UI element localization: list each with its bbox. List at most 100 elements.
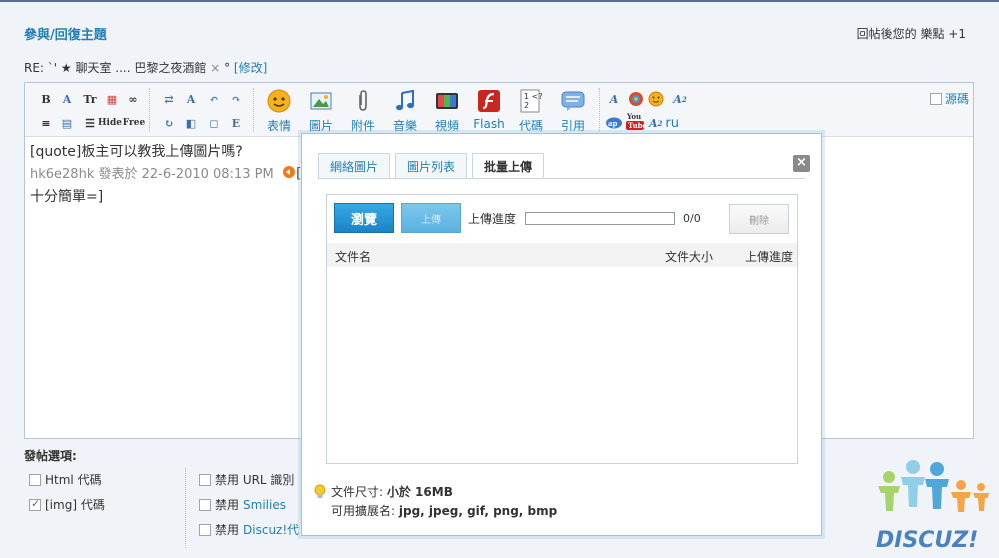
progress-label: 上傳進度 <box>468 212 517 226</box>
toolbar-divider <box>253 88 254 132</box>
upload-button[interactable]: 上傳 <box>401 203 461 233</box>
remove-tag-icon[interactable]: × <box>210 61 220 75</box>
source-checkbox[interactable] <box>929 92 942 105</box>
html-option-label: Html 代碼 <box>45 473 102 487</box>
color-grid-icon[interactable]: ▦ <box>103 90 121 108</box>
hide-icon[interactable]: Hide <box>98 114 122 132</box>
discuz-option[interactable]: 禁用 Discuz!代 <box>199 521 299 538</box>
image-upload-dialog: 網絡圖片 圖片列表 批量上傳 × 瀏覽 上傳 上傳進度 0/0 刪除 文件名 文… <box>301 133 822 536</box>
code-label: 代碼 <box>518 119 543 133</box>
options-divider <box>185 468 186 548</box>
smilies-link[interactable]: Smilies <box>243 498 286 512</box>
source-toggle[interactable]: 源碼 <box>929 90 969 107</box>
dialog-tabs: 網絡圖片 圖片列表 批量上傳 <box>318 153 545 179</box>
subject-text: RE: `' ★ 聊天室 .... 巴黎之夜酒館 <box>24 61 207 75</box>
discuz-link[interactable]: Discuz!代 <box>243 521 299 538</box>
size-hint-label: 文件尺寸: <box>331 485 384 499</box>
quote-button[interactable]: 引用 <box>553 89 593 133</box>
discuz-logo: DISCUZ! <box>873 457 993 555</box>
subscript-icon[interactable]: A2 <box>671 90 689 108</box>
attachment-label: 附件 <box>350 119 375 133</box>
quote-link-icon[interactable] <box>282 164 296 178</box>
document-icon[interactable]: E <box>227 114 245 132</box>
ext-hint-label: 可用擴展名: <box>331 504 396 518</box>
smiley-icon[interactable] <box>647 90 665 108</box>
page-icon[interactable]: ◻ <box>205 114 223 132</box>
tab-image-list[interactable]: 圖片列表 <box>395 153 468 178</box>
bold-icon[interactable]: B <box>37 90 55 108</box>
lightbulb-icon <box>313 484 327 506</box>
code-button[interactable]: 1 <? 2 代碼 <box>511 89 551 133</box>
font-color-icon[interactable]: A <box>58 90 76 108</box>
video-label: 視頻 <box>434 119 459 133</box>
close-icon[interactable]: × <box>793 155 810 172</box>
progress-count: 0/0 <box>683 212 701 225</box>
img-option[interactable]: [img] 代碼 <box>29 496 105 513</box>
editor-content[interactable]: [quote]板主可以教我上傳圖片嗎? hk6e28hk 發表於 22-6-20… <box>30 141 302 208</box>
font-face-icon[interactable]: A <box>605 90 623 108</box>
tab-batch-upload[interactable]: 批量上傳 <box>472 153 545 179</box>
unlink-icon[interactable]: ⇄ <box>160 90 178 108</box>
content-line-meta: hk6e28hk 發表於 22-6-2010 08:13 PM <box>30 167 274 182</box>
edit-subject-link[interactable]: [修改] <box>234 61 267 75</box>
list-icon[interactable]: ☰ <box>81 114 99 132</box>
toolbar-divider <box>599 88 600 132</box>
link-icon[interactable]: ∞ <box>124 90 142 108</box>
url-option[interactable]: 禁用 URL 識別 <box>199 471 294 488</box>
column-file-name: 文件名 <box>335 250 372 264</box>
quote-label: 引用 <box>560 119 585 133</box>
delete-button[interactable]: 刪除 <box>729 204 789 234</box>
svg-text:1 <?: 1 <? <box>524 92 543 101</box>
browse-button[interactable]: 瀏覽 <box>334 203 394 233</box>
emoticon-icon <box>267 89 291 113</box>
youtube-icon[interactable]: YouTube <box>626 112 644 130</box>
discuz-checkbox[interactable] <box>199 523 211 536</box>
editor-toolbar: B A Tr ▦ ∞ ⇄ A ↶ ↷ ≡ ▤ ☰ Hide Free ↻ ◧ ◻… <box>25 83 973 137</box>
font-size-icon[interactable]: Tr <box>79 90 101 108</box>
ruby-icon[interactable]: A 2 ru <box>649 114 689 132</box>
subject-suffix: ° <box>224 61 231 75</box>
quote-icon <box>561 89 585 113</box>
image-button[interactable]: 圖片 <box>301 89 341 133</box>
size-hint-value: 小於 16MB <box>386 485 453 499</box>
content-line-quote: [quote]板主可以教我上傳圖片嗎? <box>30 144 243 160</box>
video-button[interactable]: 視頻 <box>427 89 467 133</box>
emoticon-button[interactable]: 表情 <box>259 89 299 133</box>
smilies-checkbox[interactable] <box>199 498 211 511</box>
flash-label: Flash <box>473 117 505 131</box>
attachment-button[interactable]: 附件 <box>343 89 383 133</box>
file-list-header: 文件名 文件大小 上傳進度 <box>327 243 797 267</box>
img-checkbox[interactable] <box>29 497 41 511</box>
reward-note: 回帖後您的 樂點 +1 <box>856 27 966 41</box>
source-label: 源碼 <box>944 92 969 106</box>
emoticon-label: 表情 <box>266 119 291 133</box>
subject-line: RE: `' ★ 聊天室 .... 巴黎之夜酒館 × ° [修改] <box>24 59 267 76</box>
media-icon[interactable]: ◧ <box>182 114 200 132</box>
upload-hint: 文件尺寸: 小於 16MB 可用擴展名: jpg, jpeg, gif, png… <box>313 483 557 521</box>
image-icon <box>309 89 333 113</box>
flash-button[interactable]: Flash <box>469 89 509 133</box>
smilies-prefix: 禁用 <box>215 498 240 512</box>
table-icon[interactable]: ▤ <box>58 114 76 132</box>
image-label: 圖片 <box>308 119 333 133</box>
toolbar-divider <box>149 88 150 132</box>
undo-icon[interactable]: ↶ <box>205 90 223 108</box>
rotate-icon[interactable]: ↻ <box>160 114 178 132</box>
column-file-size: 文件大小 <box>665 250 714 264</box>
comment-icon[interactable]: ap <box>605 114 623 132</box>
content-line-text: 十分簡單=] <box>30 189 104 205</box>
ruby-label: ru <box>665 115 680 131</box>
tab-web-image[interactable]: 網絡圖片 <box>318 153 391 178</box>
media-player-icon[interactable] <box>627 90 645 108</box>
redo-icon[interactable]: ↷ <box>227 90 245 108</box>
remove-format-icon[interactable]: A <box>182 90 200 108</box>
options-title: 發帖選項: <box>24 449 77 463</box>
html-checkbox[interactable] <box>29 473 41 486</box>
music-button[interactable]: 音樂 <box>385 89 425 133</box>
svg-text:2: 2 <box>524 101 529 110</box>
smilies-option[interactable]: 禁用 Smilies <box>199 496 286 513</box>
url-checkbox[interactable] <box>199 473 211 486</box>
html-option[interactable]: Html 代碼 <box>29 471 102 488</box>
free-icon[interactable]: Free <box>123 114 145 132</box>
align-left-icon[interactable]: ≡ <box>37 114 55 132</box>
